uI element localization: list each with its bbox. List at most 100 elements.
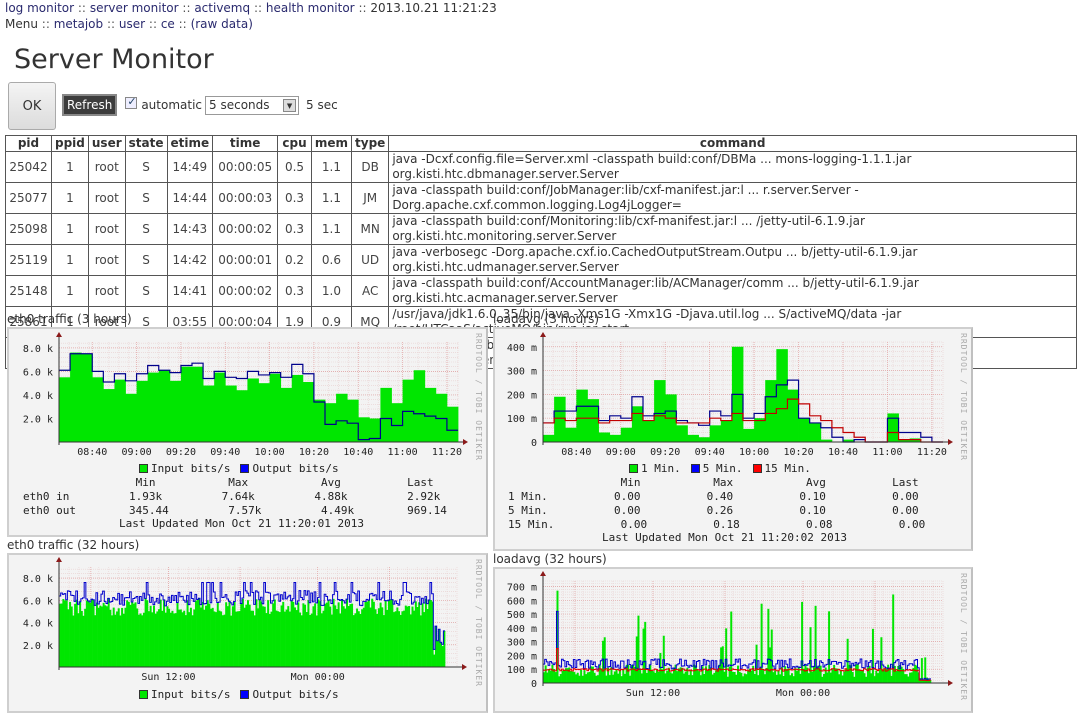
area-bar-1-min- (743, 428, 755, 442)
graph-load-3h: 0 100 m 200 m 300 m 400 m 08:40 09:00 09:20 09:4… (493, 327, 973, 551)
cell-cpu: 0.2 (277, 244, 312, 276)
cell-etime: 14:43 (166, 213, 214, 245)
area-bar-input-bits-s (446, 406, 459, 442)
area-bar-input-bits-s (269, 373, 282, 442)
cell-ppid: 1 (51, 151, 89, 183)
table-row: 25077 1 root S 14:44 00:00:03 0.3 1.1 JM java -cl… (5, 182, 1077, 214)
cell-mem: 1.0 (310, 275, 353, 307)
x-tick-label: Sun 12:00 (141, 672, 195, 683)
graph-eth0-32h: 2.0 k 4.0 k 6.0 k 8.0 k Sun 12:00 Mon 00:00 R… (7, 553, 488, 713)
col-state: state (124, 135, 168, 152)
x-axis-arrow (948, 680, 953, 686)
cell-mem: 1.1 (310, 151, 353, 183)
y-tick-label: 8.0 k (23, 344, 53, 355)
area-bar-input-bits-s (92, 377, 104, 442)
y-tick-label: 200 m (507, 651, 537, 662)
cell-ppid: 1 (51, 213, 89, 245)
area-bar-1-min- (620, 427, 633, 442)
table-header-row: pid ppid user state etime time cpu mem t… (5, 135, 1077, 152)
nav-separator: :: (148, 17, 157, 31)
interval-select[interactable]: 5 seconds ▼ (205, 95, 300, 115)
automatic-checkbox[interactable] (125, 95, 138, 109)
nav-log-monitor-link[interactable]: log monitor (5, 1, 74, 15)
stats-header: Min Max Avg Last (508, 476, 919, 489)
rrdtool-watermark: RRDTOOL / TOBI OETIKER (474, 559, 483, 687)
interval-selected-value: 5 seconds (209, 98, 270, 112)
legend-label: Output bits/s (252, 462, 339, 475)
cell-pid: 25148 (5, 275, 52, 307)
cell-pid: 25042 (5, 151, 52, 183)
area-bar-input-bits-s (59, 377, 71, 442)
area-bar-1-min- (687, 434, 699, 442)
area-bar-input-bits-s (236, 390, 248, 442)
area-bar-1-min- (543, 434, 555, 442)
col-cpu: cpu (277, 135, 312, 152)
x-axis-arrow (948, 439, 953, 445)
nav-timestamp: 2013.10.21 11:21:23 (370, 1, 497, 15)
area-bar-input-bits-s (203, 385, 215, 442)
nav-health-monitor-link[interactable]: health monitor (266, 1, 355, 15)
chart-stats: Min Max Avg Last eth0 in 1.93k 7.64k 4.88… (23, 476, 447, 518)
last-updated-text: Last Updated Mon Oct 21 11:20:01 2013 (119, 517, 365, 530)
area-bar-input-bits-s (125, 393, 137, 442)
area-bar-input-bits-s (192, 366, 204, 442)
ok-button[interactable]: OK (8, 82, 56, 130)
stats-row: 5 Min. 0.00 0.26 0.10 0.00 (508, 504, 919, 517)
cell-state: S (124, 182, 168, 214)
x-tick-label: 11:20 (432, 447, 462, 457)
area-bar-1-min- (709, 425, 722, 442)
y-axis-arrow (56, 332, 62, 337)
nav-separator: :: (41, 17, 50, 31)
y-tick-label: 200 m (507, 390, 537, 401)
x-tick-label: 10:40 (343, 447, 373, 457)
x-tick-label: 11:00 (388, 447, 418, 457)
graph-title-eth0-3h: eth0 traffic (3 hours) (7, 312, 132, 326)
legend-label: 15 Min. (764, 462, 811, 475)
legend-swatch (139, 464, 148, 473)
cell-cpu: 0.3 (277, 213, 312, 245)
area-bar-1-min- (787, 389, 799, 442)
area-bar-input-bits-s (391, 403, 403, 442)
nav-server-monitor-link[interactable]: server monitor (90, 1, 179, 15)
x-tick-label: Sun 12:00 (626, 688, 680, 699)
y-tick-label: 2.0 k (23, 414, 53, 425)
nav-user-link[interactable]: user (119, 17, 145, 31)
cell-type: UD (351, 244, 390, 276)
x-axis-arrow (463, 439, 468, 445)
x-tick-label: 10:20 (299, 447, 329, 457)
y-tick-label: 300 m (507, 367, 537, 378)
col-etime: etime (166, 135, 214, 152)
nav-ce-link[interactable]: ce (161, 17, 175, 31)
cell-pid: 25077 (5, 182, 52, 214)
refresh-button[interactable]: Refresh (62, 94, 118, 116)
area-bar-1-min- (554, 396, 566, 442)
area-bar-input-bits-s (258, 383, 270, 442)
nav-separator: :: (77, 1, 86, 15)
chevron-down-icon[interactable]: ▼ (283, 98, 297, 112)
y-tick-label: 6.0 k (23, 596, 53, 607)
interval-text: 5 sec (306, 98, 338, 112)
nav-raw-data-link[interactable]: (raw data) (191, 17, 253, 31)
x-tick-label: 11:00 (872, 447, 902, 457)
cell-user: root (87, 182, 126, 214)
y-tick-label: 500 m (507, 610, 537, 621)
area-bar-input-bits-s (70, 352, 82, 442)
chart-plot-eth0-3h: 2.0 k 4.0 k 6.0 k 8.0 k 08:40 09:00 09:20 09:40… (23, 332, 468, 457)
area-bar-input-bits-s (347, 399, 359, 442)
y-tick-label: 300 m (507, 638, 537, 649)
y-tick-label: 700 m (507, 583, 537, 594)
col-mem: mem (310, 135, 353, 152)
legend-item: 5 Min. (690, 462, 743, 475)
x-tick-label: Mon 00:00 (291, 672, 345, 683)
graph-eth0-3h: 2.0 k 4.0 k 6.0 k 8.0 k 08:40 09:00 09:20 09:40… (7, 327, 488, 537)
y-tick-label: 6.0 k (23, 367, 53, 378)
y-axis-arrow (56, 557, 62, 562)
legend-swatch (240, 690, 250, 699)
nav-metajob-link[interactable]: metajob (54, 17, 103, 31)
legend-swatch (240, 464, 250, 473)
nav-activemq-link[interactable]: activemq (194, 1, 250, 15)
cell-etime: 14:41 (166, 275, 214, 307)
area-bar-input-bits-s (424, 387, 437, 442)
area-bar-input-bits-s (358, 417, 370, 442)
nav-separator: :: (358, 1, 367, 15)
